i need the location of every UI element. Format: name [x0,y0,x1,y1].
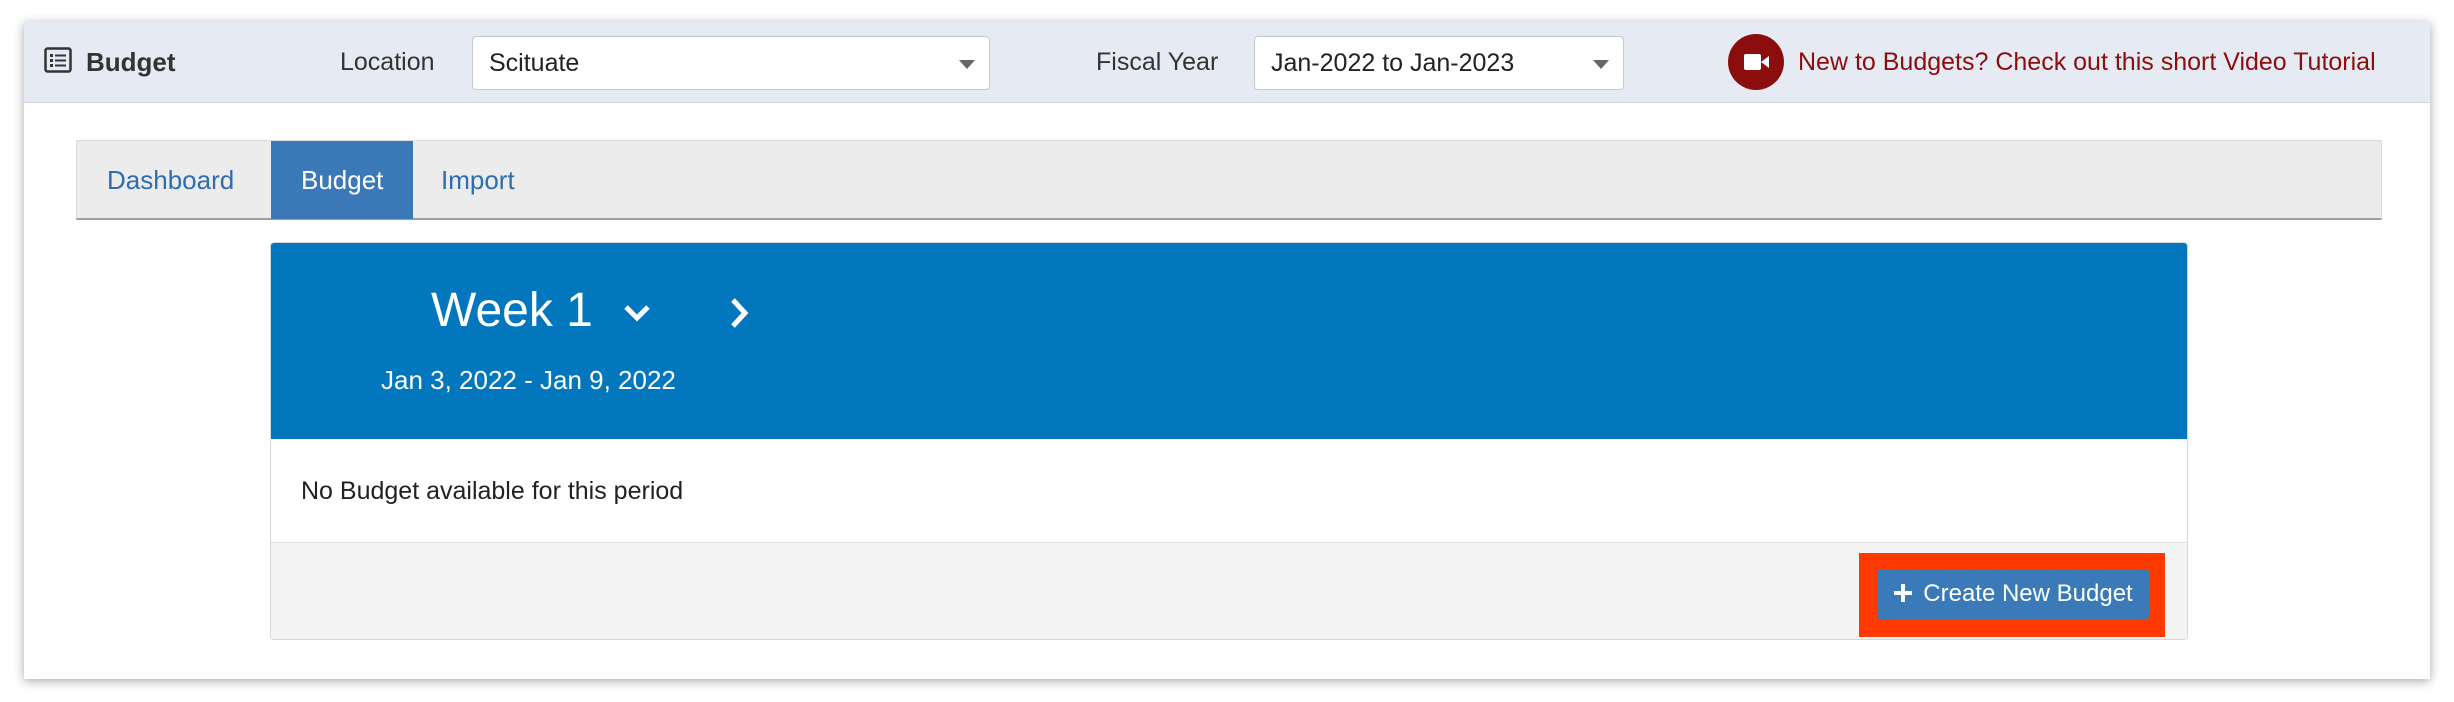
week-selector[interactable]: Week 1 [431,283,654,338]
week-label: Week 1 [431,284,593,337]
plus-icon [1894,584,1913,602]
video-camera-icon[interactable] [1728,34,1784,90]
list-icon [44,47,72,78]
create-new-budget-button[interactable]: Create New Budget [1877,569,2149,619]
caret-down-icon [959,60,975,69]
chevron-down-icon [624,305,650,322]
location-label: Location [340,48,435,76]
card-footer: Create New Budget [271,543,2187,639]
top-bar: Budget Location Scituate Fiscal Year Jan… [24,22,2430,103]
tab-bar: Dashboard Budget Import [76,140,2382,220]
chevron-right-icon[interactable] [727,295,751,331]
location-value: Scituate [489,49,580,77]
brand: Budget [44,22,176,103]
period-header: Week 1 Jan 3, 2022 - Jan 9, 2022 [271,243,2187,439]
date-range: Jan 3, 2022 - Jan 9, 2022 [381,365,676,395]
tab-dashboard[interactable]: Dashboard [77,141,264,219]
highlight-box: Create New Budget [1859,553,2165,637]
location-select[interactable]: Scituate [472,36,990,90]
empty-message: No Budget available for this period [271,439,2187,543]
fiscal-year-value: Jan-2022 to Jan-2023 [1271,49,1515,77]
fiscal-year-label: Fiscal Year [1096,48,1219,76]
app-window: Budget Location Scituate Fiscal Year Jan… [24,22,2430,679]
budget-card: Week 1 Jan 3, 2022 - Jan 9, 2022 No Budg… [270,242,2188,640]
create-button-label: Create New Budget [1923,580,2133,607]
video-tutorial-link[interactable]: New to Budgets? Check out this short Vid… [1798,22,2376,103]
tab-import[interactable]: Import [411,141,545,219]
tab-budget[interactable]: Budget [271,141,414,219]
fiscal-year-select[interactable]: Jan-2022 to Jan-2023 [1254,36,1624,90]
brand-label: Budget [86,47,176,77]
caret-down-icon [1593,60,1609,69]
